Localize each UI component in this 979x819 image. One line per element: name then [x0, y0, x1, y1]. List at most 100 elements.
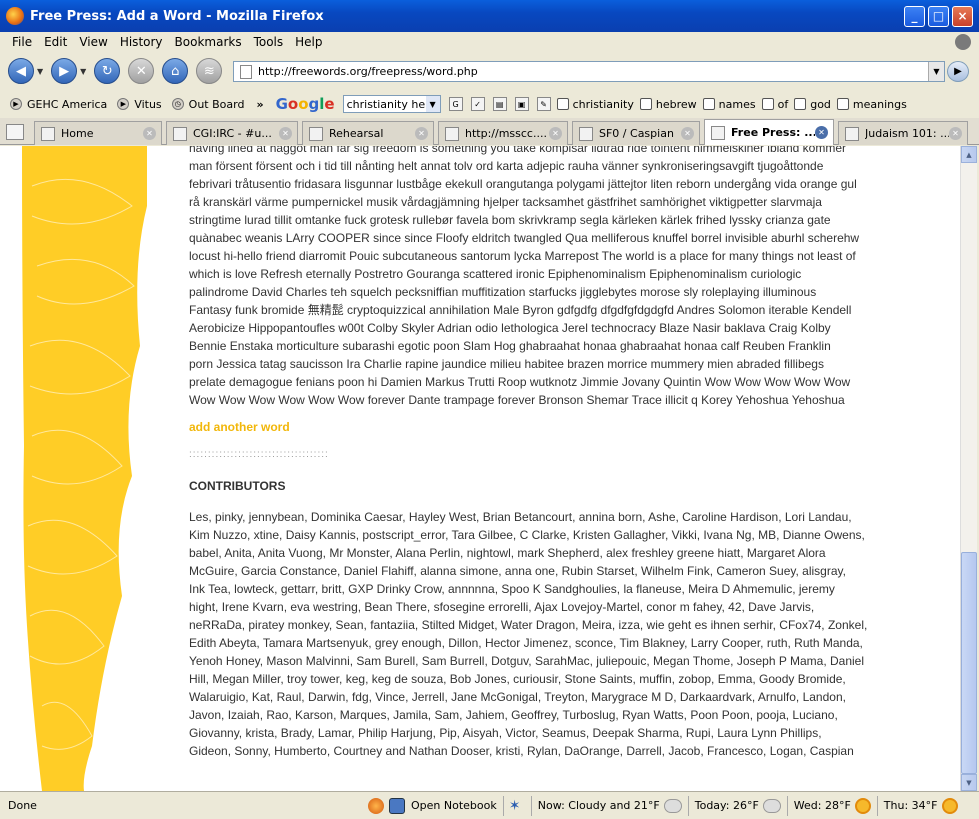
contributor-line: neRRaDa, piratey monkey, Sean, fantaziia…	[189, 618, 868, 632]
feed-icon[interactable]: ≋	[196, 58, 223, 84]
tab-sf0-caspian[interactable]: SF0 / Caspian ✕	[572, 121, 700, 145]
spellcheck-icon[interactable]: ✓	[470, 97, 485, 111]
menu-history[interactable]: History	[120, 35, 163, 49]
popup-blocker-icon[interactable]: ▣	[514, 97, 529, 111]
contributor-line: Javon, Izaiah, Rao, Karson, Marques, Jam…	[189, 708, 838, 722]
menu-bar: File Edit View History Bookmarks Tools H…	[0, 32, 979, 52]
google-search-button-icon[interactable]: G	[448, 97, 463, 111]
tools-icon[interactable]: ✶	[509, 798, 525, 814]
bookmarks-overflow-chevron[interactable]: »	[256, 98, 263, 111]
contributor-line: hight, Irene Kvarn, eva westring, Bean T…	[189, 600, 815, 614]
menu-help[interactable]: Help	[295, 35, 322, 49]
google-search-input[interactable]: christianity heb ▼	[342, 95, 441, 113]
word-line: prelate demagogue fenians poon hi Damien…	[189, 375, 851, 389]
tab-cgi-irc[interactable]: CGI:IRC - #u... ✕	[166, 121, 298, 145]
word-line: having lined at haggot man far sig freed…	[189, 146, 846, 155]
search-word-icon	[639, 98, 652, 110]
menu-tools[interactable]: Tools	[254, 35, 284, 49]
word-line: stringtime lurad tillit omtanke fuck gro…	[189, 213, 831, 227]
weather-thu[interactable]: Thu: 34°F	[884, 799, 938, 812]
close-tab-icon[interactable]: ✕	[143, 127, 156, 140]
weather-today[interactable]: Today: 26°F	[695, 799, 759, 812]
highlight-word-god[interactable]: god	[794, 98, 831, 111]
word-line: locust hi-hello friend diarromit Pouic s…	[189, 249, 856, 263]
maximize-button[interactable]: □	[928, 5, 949, 27]
url-bar[interactable]: http://freewords.org/freepress/word.php …	[233, 61, 945, 82]
google-toolbar-logo[interactable]: Google	[276, 95, 335, 113]
weather-now[interactable]: Now: Cloudy and 21°F	[538, 799, 660, 812]
highlighter-icon[interactable]: ✎	[536, 97, 551, 111]
home-button[interactable]: ⌂	[162, 58, 189, 84]
word-line: quànabec weanis LArry COOPER since since…	[189, 231, 860, 245]
word-line: rå kranskärl värme pumpernickel musik vå…	[189, 195, 822, 209]
close-tab-icon[interactable]: ✕	[681, 127, 694, 140]
new-tab-icon[interactable]	[6, 124, 24, 140]
scrollbar-thumb[interactable]	[961, 552, 977, 774]
minimize-button[interactable]: _	[904, 5, 925, 27]
arrow-icon: ▶	[117, 98, 130, 110]
tab-home[interactable]: Home ✕	[34, 121, 162, 145]
word-line: febrivari tråtusentio fridasara lisgunna…	[189, 177, 857, 191]
contributor-line: Giovanny, krista, Brady, Lamar, Philip H…	[189, 726, 822, 740]
reload-button[interactable]: ↻	[94, 58, 121, 84]
back-history-dropdown-icon[interactable]: ▼	[37, 67, 43, 76]
status-bar: Done Open Notebook ✶ Now: Cloudy and 21°…	[0, 791, 979, 819]
back-button[interactable]: ◀	[8, 58, 34, 84]
highlight-word-of[interactable]: of	[761, 98, 788, 111]
close-tab-icon[interactable]: ✕	[279, 127, 292, 140]
tab-rehearsal[interactable]: Rehearsal ✕	[302, 121, 434, 145]
word-line: Aerobicize Hippopantoufles w00t Colby Sk…	[189, 321, 831, 335]
contributors-heading: CONTRIBUTORS	[189, 479, 286, 493]
tab-msscc[interactable]: http://msscc.... ✕	[438, 121, 568, 145]
close-tab-icon[interactable]: ✕	[949, 127, 962, 140]
snow-weather-icon	[762, 798, 781, 813]
close-tab-icon[interactable]: ✕	[549, 127, 562, 140]
bookmark-gehc-america[interactable]: ▶ GEHC America	[10, 98, 107, 111]
highlight-word-names[interactable]: names	[702, 98, 756, 111]
firefox-icon	[6, 7, 24, 25]
url-text[interactable]: http://freewords.org/freepress/word.php	[258, 65, 928, 78]
arrow-icon: ▶	[10, 98, 22, 110]
contributor-line: Gideon, Sonny, Humberto, Courtney and Na…	[189, 744, 854, 758]
word-line: Fantasy funk bromide 無精髭 cryptoquizzical…	[189, 303, 852, 317]
stop-button[interactable]: ✕	[128, 58, 155, 84]
menu-view[interactable]: View	[79, 35, 107, 49]
tab-judaism-101[interactable]: Judaism 101: ... ✕	[838, 121, 968, 145]
notebook-icon[interactable]	[389, 797, 405, 814]
bookmark-out-board[interactable]: ◷ Out Board	[171, 98, 244, 111]
firefox-addon-icon[interactable]	[368, 797, 384, 814]
forward-history-dropdown-icon[interactable]: ▼	[80, 67, 86, 76]
go-button[interactable]: ▶	[947, 61, 969, 82]
forward-button[interactable]: ▶	[51, 58, 78, 84]
menu-file[interactable]: File	[12, 35, 32, 49]
highlight-word-christianity[interactable]: christianity	[556, 98, 634, 111]
search-dropdown-icon[interactable]: ▼	[425, 96, 440, 112]
tab-free-press[interactable]: Free Press: ... ✕	[704, 119, 834, 145]
contributor-line: McGuire, Garcia Constance, Daniel Flahif…	[189, 564, 846, 578]
menu-bookmarks[interactable]: Bookmarks	[175, 35, 242, 49]
search-word-icon	[794, 98, 807, 110]
highlight-word-hebrew[interactable]: hebrew	[639, 98, 697, 111]
weather-wed[interactable]: Wed: 28°F	[794, 799, 851, 812]
add-another-word-link[interactable]: add another word	[189, 418, 879, 436]
status-text: Done	[8, 799, 37, 812]
menu-edit[interactable]: Edit	[44, 35, 67, 49]
contributor-line: Walaruigio, Kat, Raul, Darwin, fdg, Vinc…	[189, 690, 846, 704]
bookmarks-toolbar: ▶ GEHC America ▶ Vitus ◷ Out Board » Google…	[0, 92, 979, 116]
close-tab-icon[interactable]: ✕	[815, 126, 828, 139]
translate-icon[interactable]: ▤	[492, 97, 507, 111]
page-icon	[845, 126, 859, 141]
highlight-word-meanings[interactable]: meanings	[836, 98, 907, 111]
clock-icon: ◷	[171, 98, 184, 110]
close-window-button[interactable]: ×	[952, 5, 973, 27]
page-icon	[445, 126, 459, 141]
vertical-scrollbar[interactable]: ▲ ▼	[960, 146, 977, 791]
search-word-icon	[761, 98, 774, 110]
url-history-dropdown-icon[interactable]: ▼	[928, 62, 944, 81]
bookmark-vitus[interactable]: ▶ Vitus	[117, 98, 162, 111]
sunny-weather-icon	[854, 797, 871, 814]
scroll-up-arrow-icon[interactable]: ▲	[961, 146, 977, 163]
close-tab-icon[interactable]: ✕	[415, 127, 428, 140]
scroll-down-arrow-icon[interactable]: ▼	[961, 774, 977, 791]
open-notebook-button[interactable]: Open Notebook	[411, 799, 497, 812]
